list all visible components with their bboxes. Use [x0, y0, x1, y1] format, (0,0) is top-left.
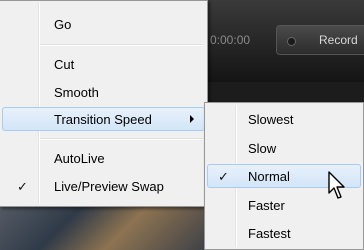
menu-item-label: Cut [54, 57, 75, 72]
menu-item-go[interactable]: Go [2, 12, 205, 36]
submenu-arrow-icon [190, 115, 194, 123]
menu-item-label: Go [54, 17, 72, 32]
menu-item-label: Slow [248, 141, 277, 156]
menu-item-autolive[interactable]: AutoLive [2, 146, 205, 170]
record-button[interactable]: Record [276, 25, 364, 55]
submenu-item-fastest[interactable]: Fastest [207, 221, 361, 245]
menu-item-label: Normal [248, 169, 290, 184]
checkmark-icon: ✓ [218, 169, 229, 184]
menu-item-label: Smooth [54, 85, 99, 100]
menu-item-label: Fastest [248, 226, 291, 241]
arrow-pointer-icon [328, 171, 345, 199]
menu-item-label: Live/Preview Swap [54, 179, 164, 194]
menu-separator [40, 138, 203, 140]
menu-item-transition-speed[interactable]: Transition Speed [2, 107, 205, 131]
menu-item-label: Transition Speed [54, 112, 152, 127]
submenu-item-slowest[interactable]: Slowest [207, 107, 361, 131]
record-label: Record [319, 33, 358, 47]
menu-item-label: AutoLive [54, 151, 105, 166]
checkmark-icon: ✓ [17, 179, 28, 194]
menu-item-smooth[interactable]: Smooth [2, 80, 205, 104]
timecode-display: 0:00:00 [210, 33, 251, 47]
context-menu: Go Cut Smooth Transition Speed AutoLive … [0, 0, 208, 207]
submenu-item-slow[interactable]: Slow [207, 136, 361, 160]
menu-item-label: Slowest [248, 112, 294, 127]
menu-separator [40, 44, 203, 46]
menu-item-live-preview-swap[interactable]: ✓ Live/Preview Swap [2, 174, 205, 198]
menu-item-cut[interactable]: Cut [2, 52, 205, 76]
menu-item-label: Faster [248, 198, 285, 213]
record-dot-icon [287, 37, 296, 46]
